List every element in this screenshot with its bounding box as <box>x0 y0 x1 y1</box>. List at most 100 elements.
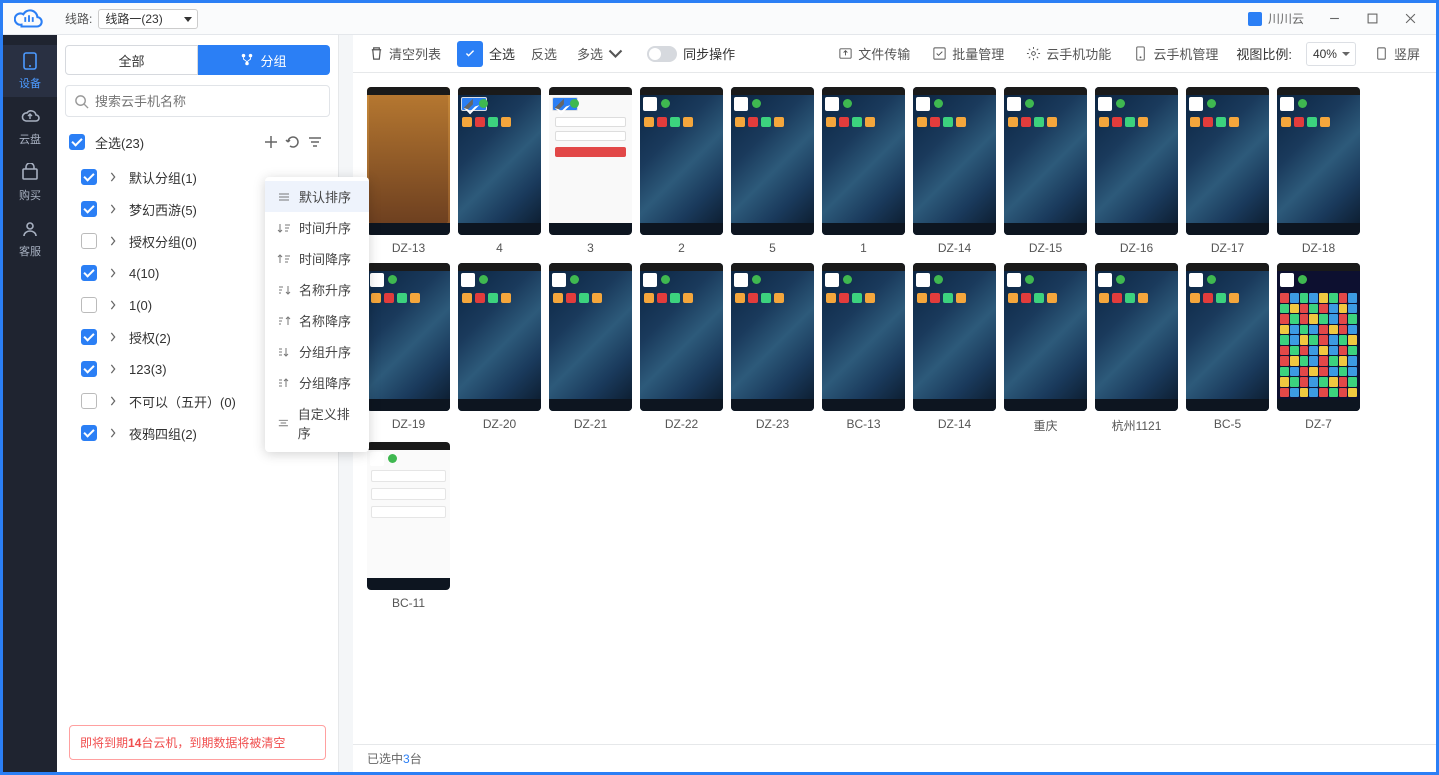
sort-option[interactable]: 默认排序 <box>265 181 369 212</box>
device-thumbnail[interactable] <box>549 87 632 235</box>
device-thumbnail[interactable] <box>822 263 905 411</box>
search-input[interactable] <box>95 94 321 109</box>
device-thumbnail[interactable] <box>1095 263 1178 411</box>
device-thumbnail[interactable] <box>913 263 996 411</box>
device-select-checkbox[interactable] <box>734 273 748 287</box>
rail-item-cloud[interactable]: 云盘 <box>3 101 57 153</box>
refresh-button[interactable] <box>282 131 304 153</box>
window-close-button[interactable] <box>1392 6 1428 32</box>
device-card[interactable]: DZ-20 <box>458 263 541 434</box>
group-checkbox[interactable] <box>81 425 97 441</box>
invert-selection-button[interactable]: 反选 <box>527 41 561 67</box>
group-checkbox[interactable] <box>81 329 97 345</box>
clear-list-button[interactable]: 清空列表 <box>365 41 445 67</box>
device-card[interactable]: DZ-16 <box>1095 87 1178 255</box>
add-group-button[interactable] <box>260 131 282 153</box>
batch-manage-button[interactable]: 批量管理 <box>928 41 1008 67</box>
rail-item-support[interactable]: 客服 <box>3 213 57 265</box>
device-select-checkbox[interactable] <box>1189 273 1203 287</box>
group-checkbox[interactable] <box>81 361 97 377</box>
tab-all[interactable]: 全部 <box>65 45 198 75</box>
group-checkbox[interactable] <box>81 169 97 185</box>
device-thumbnail[interactable] <box>1186 263 1269 411</box>
device-select-checkbox[interactable] <box>643 273 657 287</box>
device-select-checkbox[interactable] <box>643 97 657 111</box>
device-card[interactable]: DZ-21 <box>549 263 632 434</box>
device-thumbnail[interactable] <box>549 263 632 411</box>
search-input-wrapper[interactable] <box>65 85 330 117</box>
device-card[interactable]: DZ-17 <box>1186 87 1269 255</box>
device-thumbnail[interactable] <box>1004 87 1087 235</box>
sync-toggle[interactable] <box>647 46 677 62</box>
rail-item-buy[interactable]: 购买 <box>3 157 57 209</box>
device-card[interactable]: DZ-13 <box>367 87 450 255</box>
device-thumbnail[interactable] <box>1095 87 1178 235</box>
device-card[interactable]: 5 <box>731 87 814 255</box>
device-thumbnail[interactable] <box>367 263 450 411</box>
multi-select-button[interactable]: 多选 <box>573 41 627 67</box>
device-select-checkbox[interactable] <box>1189 97 1203 111</box>
phone-function-button[interactable]: 云手机功能 <box>1022 41 1115 67</box>
device-select-checkbox[interactable] <box>1280 97 1294 111</box>
route-select[interactable]: 线路一(23) <box>98 9 198 29</box>
sort-option[interactable]: 分组升序 <box>265 336 369 367</box>
device-select-checkbox[interactable] <box>552 273 566 287</box>
device-card[interactable]: BC-11 <box>367 442 450 610</box>
device-select-checkbox[interactable] <box>1007 273 1021 287</box>
sort-option[interactable]: 名称升序 <box>265 274 369 305</box>
rail-item-devices[interactable]: 设备 <box>3 45 57 97</box>
device-card[interactable]: DZ-7 <box>1277 263 1360 434</box>
window-minimize-button[interactable] <box>1316 6 1352 32</box>
device-select-checkbox[interactable] <box>734 97 748 111</box>
device-select-checkbox[interactable] <box>1280 273 1294 287</box>
select-all-checkbox[interactable] <box>69 134 85 150</box>
file-transfer-button[interactable]: 文件传输 <box>834 41 914 67</box>
device-select-checkbox[interactable] <box>916 97 930 111</box>
device-thumbnail[interactable] <box>367 442 450 590</box>
device-card[interactable]: DZ-18 <box>1277 87 1360 255</box>
device-thumbnail[interactable] <box>640 263 723 411</box>
device-card[interactable]: 4 <box>458 87 541 255</box>
portrait-button[interactable]: 竖屏 <box>1370 41 1424 67</box>
group-checkbox[interactable] <box>81 393 97 409</box>
device-card[interactable]: DZ-22 <box>640 263 723 434</box>
device-select-checkbox[interactable] <box>825 97 839 111</box>
device-thumbnail[interactable] <box>731 87 814 235</box>
device-select-checkbox[interactable] <box>370 452 384 466</box>
device-card[interactable]: BC-5 <box>1186 263 1269 434</box>
device-card[interactable]: 重庆 <box>1004 263 1087 434</box>
device-select-checkbox[interactable] <box>461 273 475 287</box>
window-maximize-button[interactable] <box>1354 6 1390 32</box>
sort-button[interactable] <box>304 131 326 153</box>
device-thumbnail[interactable] <box>1277 87 1360 235</box>
group-checkbox[interactable] <box>81 265 97 281</box>
sort-option[interactable]: 分组降序 <box>265 367 369 398</box>
device-select-checkbox[interactable] <box>1098 273 1112 287</box>
device-card[interactable]: DZ-19 <box>367 263 450 434</box>
device-card[interactable]: DZ-14 <box>913 263 996 434</box>
device-thumbnail[interactable] <box>1277 263 1360 411</box>
device-card[interactable]: DZ-23 <box>731 263 814 434</box>
group-checkbox[interactable] <box>81 233 97 249</box>
device-card[interactable]: BC-13 <box>822 263 905 434</box>
device-select-checkbox[interactable] <box>1007 97 1021 111</box>
tab-group[interactable]: 分组 <box>198 45 330 75</box>
select-all-toolbar-button[interactable] <box>457 41 483 67</box>
device-select-checkbox[interactable] <box>1098 97 1112 111</box>
device-select-checkbox[interactable] <box>825 273 839 287</box>
device-thumbnail[interactable] <box>1186 87 1269 235</box>
phone-manage-button[interactable]: 云手机管理 <box>1129 41 1222 67</box>
device-card[interactable]: DZ-14 <box>913 87 996 255</box>
sort-option[interactable]: 时间降序 <box>265 243 369 274</box>
device-thumbnail[interactable] <box>731 263 814 411</box>
device-thumbnail[interactable] <box>1004 263 1087 411</box>
sort-option[interactable]: 名称降序 <box>265 305 369 336</box>
device-thumbnail[interactable] <box>458 263 541 411</box>
device-thumbnail[interactable] <box>640 87 723 235</box>
sort-option[interactable]: 时间升序 <box>265 212 369 243</box>
sort-option[interactable]: 自定义排序 <box>265 398 369 448</box>
device-select-checkbox[interactable] <box>916 273 930 287</box>
ratio-select[interactable]: 40% <box>1306 42 1356 66</box>
device-card[interactable]: 1 <box>822 87 905 255</box>
device-card[interactable]: DZ-15 <box>1004 87 1087 255</box>
